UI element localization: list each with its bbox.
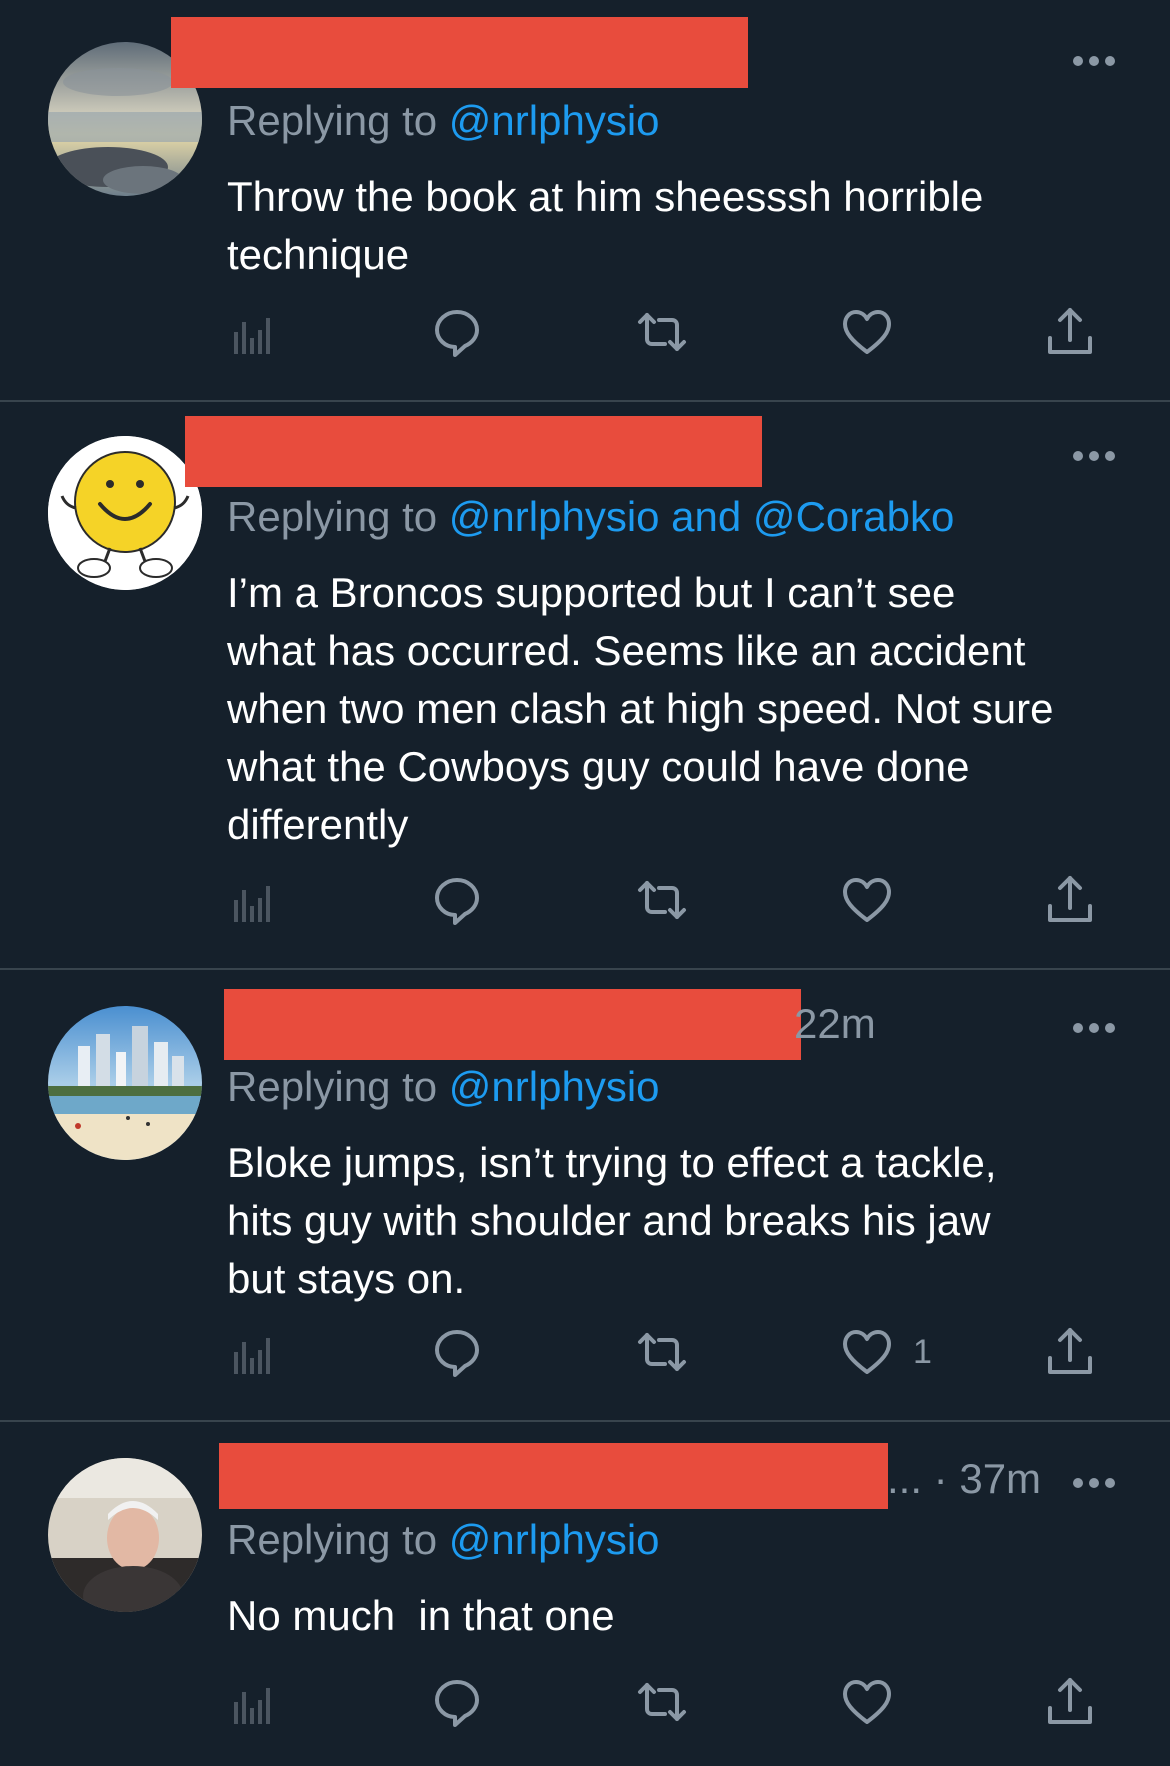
reply-icon[interactable] — [427, 1672, 487, 1732]
retweet-icon[interactable] — [632, 302, 692, 362]
share-icon[interactable] — [1040, 1672, 1100, 1732]
redacted-username — [185, 416, 762, 487]
retweet-icon[interactable] — [632, 870, 692, 930]
redacted-username — [224, 989, 801, 1060]
tweet-actions — [0, 870, 1170, 930]
like-icon[interactable] — [837, 1672, 897, 1732]
avatar[interactable] — [48, 1458, 202, 1612]
analytics-icon[interactable] — [222, 302, 282, 362]
share-icon[interactable] — [1040, 302, 1100, 362]
mention-link[interactable]: @nrlphysio and @Corabko — [449, 493, 955, 540]
analytics-icon[interactable] — [222, 870, 282, 930]
tweet[interactable]: Replying to @nrlphysio and @Corabko I’m … — [0, 402, 1170, 968]
tweet-text: No much in that one — [227, 1592, 615, 1639]
tweet-text: Throw the book at him sheesssh horrible … — [227, 173, 984, 278]
smiley-avatar-icon — [48, 436, 202, 590]
more-options-icon[interactable] — [1072, 449, 1116, 461]
replying-to: Replying to @nrlphysio — [227, 1066, 660, 1108]
replying-prefix: Replying to — [227, 493, 449, 540]
like-icon[interactable] — [837, 870, 897, 930]
tweet-actions: 1 — [0, 1322, 1170, 1382]
replying-prefix: Replying to — [227, 97, 449, 144]
tweet[interactable]: 22m Replying to @nrlphysio Bloke jumps, … — [0, 970, 1170, 1420]
reply-icon[interactable] — [427, 1322, 487, 1382]
timestamp: ... · 37m — [887, 1455, 1042, 1502]
like-icon[interactable] — [837, 1322, 897, 1382]
more-options-icon[interactable] — [1072, 1021, 1116, 1033]
retweet-icon[interactable] — [632, 1672, 692, 1732]
tweet-actions — [0, 302, 1170, 362]
share-icon[interactable] — [1040, 870, 1100, 930]
like-icon[interactable] — [837, 302, 897, 362]
person-avatar-icon — [48, 1458, 202, 1612]
like-count: 1 — [913, 1333, 932, 1371]
more-options-icon[interactable] — [1072, 54, 1116, 66]
tweet[interactable]: Replying to @nrlphysio Throw the book at… — [0, 0, 1170, 400]
reply-icon[interactable] — [427, 302, 487, 362]
replying-prefix: Replying to — [227, 1516, 449, 1563]
redacted-username — [219, 1443, 888, 1509]
tweet-actions — [0, 1672, 1170, 1732]
mention-link[interactable]: @nrlphysio — [449, 1063, 660, 1110]
mention-link[interactable]: @nrlphysio — [449, 1516, 660, 1563]
tweet-text: Bloke jumps, isn’t trying to effect a ta… — [227, 1139, 997, 1302]
replying-prefix: Replying to — [227, 1063, 449, 1110]
mention-link[interactable]: @nrlphysio — [449, 97, 660, 144]
analytics-icon[interactable] — [222, 1672, 282, 1732]
share-icon[interactable] — [1040, 1322, 1100, 1382]
reply-icon[interactable] — [427, 870, 487, 930]
replying-to: Replying to @nrlphysio — [227, 1519, 660, 1561]
tweet[interactable]: ... · 37m Replying to @nrlphysio No much… — [0, 1422, 1170, 1766]
beach-city-avatar-icon — [48, 1006, 202, 1160]
avatar[interactable] — [48, 436, 202, 590]
more-options-icon[interactable] — [1072, 1476, 1116, 1488]
redacted-username — [171, 17, 748, 88]
replying-to: Replying to @nrlphysio and @Corabko — [227, 496, 954, 538]
analytics-icon[interactable] — [222, 1322, 282, 1382]
timestamp: 22m — [794, 1000, 876, 1047]
retweet-icon[interactable] — [632, 1322, 692, 1382]
tweet-text: I’m a Broncos supported but I can’t see … — [227, 569, 1054, 848]
replying-to: Replying to @nrlphysio — [227, 100, 660, 142]
avatar[interactable] — [48, 1006, 202, 1160]
